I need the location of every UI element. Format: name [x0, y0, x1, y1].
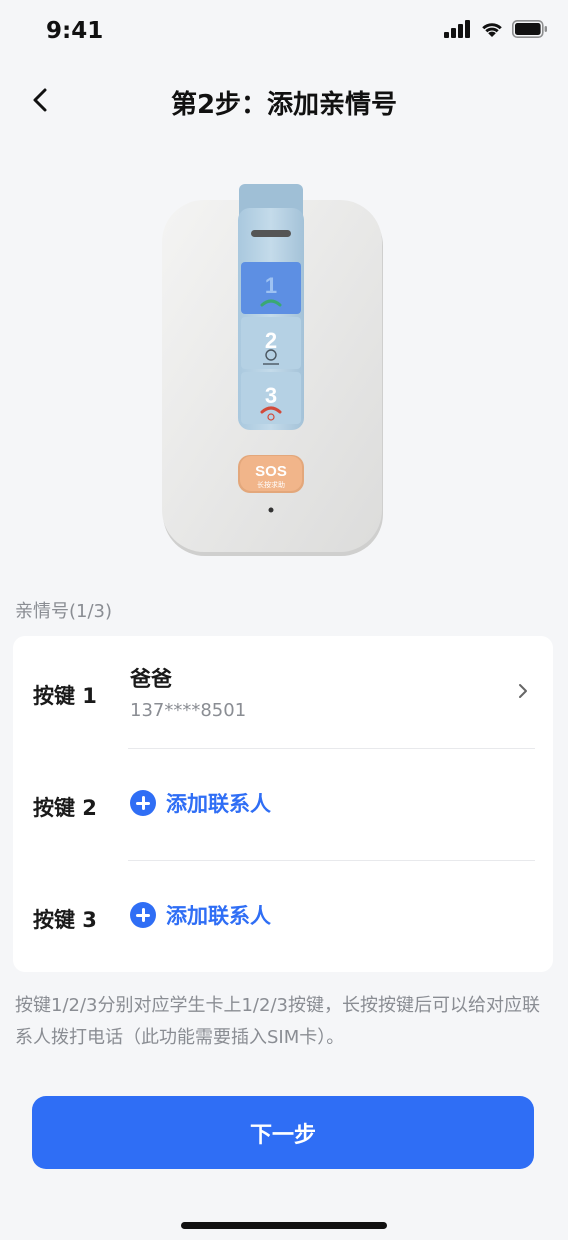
status-time: 9:41: [46, 18, 104, 44]
device-sos-sub: 长按求助: [257, 480, 285, 489]
contact-phone: 137****8501: [130, 700, 247, 721]
add-contact-button[interactable]: 添加联系人: [130, 788, 271, 818]
status-icons: [444, 20, 548, 38]
home-indicator: [181, 1222, 387, 1229]
device-key-2: 2: [265, 328, 277, 353]
add-contact-button[interactable]: 添加联系人: [130, 900, 271, 930]
family-numbers-label: 亲情号(1/3): [15, 601, 113, 622]
add-contact-label: 添加联系人: [166, 792, 271, 816]
key-row-1[interactable]: 按键 1 爸爸 137****8501: [13, 636, 553, 748]
device-sos-label: SOS: [255, 463, 287, 480]
status-bar: 9:41: [0, 0, 568, 64]
page-title: 第2步：添加亲情号: [170, 90, 398, 120]
next-step-button[interactable]: 下一步: [32, 1096, 534, 1169]
key-label: 按键 1: [33, 684, 97, 708]
nav-bar: 第2步：添加亲情号: [0, 70, 568, 132]
chevron-right-icon: [519, 684, 527, 698]
add-contact-label: 添加联系人: [166, 904, 271, 928]
cellular-signal-icon: [444, 20, 470, 38]
plus-circle-icon: [130, 790, 156, 816]
key-label: 按键 3: [33, 908, 97, 932]
plus-circle-icon: [130, 902, 156, 928]
student-card-device-image: 1 2 3 SOS 长按求助: [160, 184, 386, 560]
key-row-3: 按键 3 添加联系人: [13, 860, 553, 972]
key-label: 按键 2: [33, 796, 97, 820]
battery-icon: [512, 20, 547, 38]
device-key-1: 1: [265, 273, 277, 298]
contact-name: 爸爸: [130, 667, 172, 691]
device-key-3: 3: [265, 383, 277, 408]
tip-text: 按键1/2/3分别对应学生卡上1/2/3按键，长按按键后可以给对应联系人拨打电话…: [15, 995, 540, 1048]
wifi-icon: [482, 23, 502, 37]
key-row-2: 按键 2 添加联系人: [13, 748, 553, 860]
key-contacts-card: 按键 1 爸爸 137****8501 按键 2 添加联系人 按键 3 添加联系…: [13, 636, 553, 972]
